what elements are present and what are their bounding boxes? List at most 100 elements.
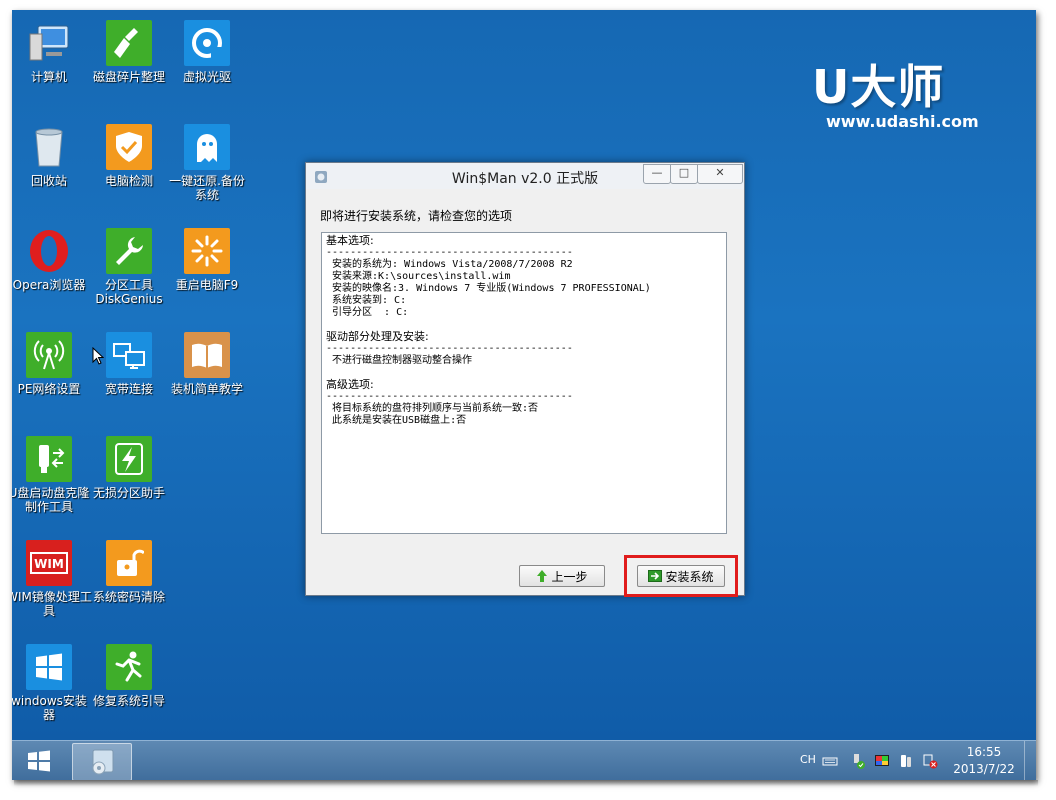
back-button-label: 上一步 [551, 569, 588, 584]
summary-line: 安装的系统为: Windows Vista/2008/7/2008 R2 [326, 259, 573, 270]
frame-shadow [14, 780, 1038, 786]
restart-icon [184, 228, 230, 274]
desktop-icon-label: WIM镜像处理工具 [12, 590, 92, 618]
monitors-icon [106, 332, 152, 378]
summary-line: 基本选项: [326, 234, 374, 247]
minimize-button[interactable]: — [643, 164, 671, 184]
desktop-icon-label: 回收站 [30, 174, 67, 188]
desktop-icon-opera[interactable]: Opera浏览器 [12, 228, 92, 292]
lightning-icon [106, 436, 152, 482]
clock-date[interactable]: 2013/7/22 [948, 762, 1020, 776]
desktop-icon-restart[interactable]: 重启电脑F9 [164, 228, 250, 292]
desktop-icon-defrag[interactable]: 磁盘碎片整理 [86, 20, 172, 84]
winman-task-icon [92, 749, 114, 775]
keyboard-icon[interactable] [822, 753, 838, 769]
desktop-icon-usb-tool[interactable]: U盘启动盘克隆制作工具 [12, 436, 92, 514]
desktop-icon-label: PE网络设置 [17, 382, 81, 396]
desktop-icon-partition-assistant[interactable]: 无损分区助手 [86, 436, 172, 500]
summary-line: 驱动部分处理及安装: [326, 330, 429, 343]
desktop-icon-recycle-bin[interactable]: 回收站 [12, 124, 92, 188]
desktop-icon-diskgenius[interactable]: 分区工具DiskGenius [86, 228, 172, 306]
instruction-text: 即将进行安装系统，请检查您的选项 [320, 209, 513, 223]
summary-line: ----------------------------------------… [326, 343, 573, 354]
network-disconnected-icon[interactable] [922, 753, 938, 769]
summary-line: 引导分区 : C: [326, 307, 409, 318]
desktop-icon-label: 一键还原.备份系统 [169, 174, 245, 202]
shield-check-icon [106, 124, 152, 170]
windows-icon [26, 644, 72, 690]
desktop-icon-label: 磁盘碎片整理 [92, 70, 165, 84]
summary-line: 安装来源:K:\sources\install.wim [326, 271, 511, 282]
desktop: 计算机 回收站 Opera浏览器 PE网络设置 U盘启动盘克隆制作工具 WIM … [12, 10, 1036, 780]
summary-line: 将目标系统的盘符排列顺序与当前系统一致:否 [326, 403, 539, 414]
summary-line: ----------------------------------------… [326, 391, 573, 402]
desktop-icon-windows-installer[interactable]: windows安装器 [12, 644, 92, 722]
show-desktop-button[interactable] [1024, 741, 1036, 780]
summary-line: 安装的映像名:3. Windows 7 专业版(Windows 7 PROFES… [326, 283, 651, 294]
desktop-icon-label: windows安装器 [12, 694, 87, 722]
usb-safe-remove-icon[interactable] [850, 753, 866, 769]
start-button[interactable] [26, 749, 52, 773]
disc-icon [184, 20, 230, 66]
clock-time[interactable]: 16:55 [954, 745, 1014, 759]
windows-start-icon [28, 750, 50, 772]
mouse-cursor-icon [92, 346, 105, 369]
runner-icon [106, 644, 152, 690]
desktop-icon-pc-check[interactable]: 电脑检测 [86, 124, 172, 188]
desktop-icon-label: 宽带连接 [104, 382, 153, 396]
ghost-icon [184, 124, 230, 170]
language-indicator[interactable]: CH [800, 753, 816, 766]
desktop-icon-label: 装机简单教学 [170, 382, 243, 396]
wim-icon: WIM [26, 540, 72, 586]
desktop-icon-password-clear[interactable]: 系统密码清除 [86, 540, 172, 604]
options-summary-box[interactable]: 基本选项: -----------------------------------… [321, 232, 727, 534]
back-button[interactable]: 上一步 [519, 565, 605, 587]
opera-icon [26, 228, 72, 274]
back-arrow-icon [537, 570, 548, 582]
desktop-icon-pe-network[interactable]: PE网络设置 [12, 332, 92, 396]
desktop-icon-repair-boot[interactable]: 修复系统引导 [86, 644, 172, 708]
udashi-logo: U大师 www.udashi.com [812, 62, 1002, 131]
desktop-icon-wim[interactable]: WIM WIM镜像处理工具 [12, 540, 92, 618]
summary-line: 系统安装到: C: [326, 295, 407, 306]
desktop-icon-install-tutorial[interactable]: 装机简单教学 [164, 332, 250, 396]
summary-line: ----------------------------------------… [326, 247, 573, 258]
wrench-icon [106, 228, 152, 274]
logo-mark: U大师 [812, 60, 945, 114]
summary-line: 此系统是安装在USB磁盘上:否 [326, 415, 467, 426]
taskbar: CH 16:55 2013/7/22 [12, 740, 1036, 780]
book-icon [184, 332, 230, 378]
install-button-highlight [624, 555, 738, 597]
winman-window: Win$Man v2.0 正式版 — □ ✕ 即将进行安装系统，请检查您的选项 … [305, 162, 745, 597]
network-icon [26, 332, 72, 378]
logo-url: www.udashi.com [826, 112, 979, 131]
recycle-bin-icon [26, 124, 72, 170]
usb-icon [26, 436, 72, 482]
device-icon[interactable] [898, 753, 914, 769]
summary-line [326, 367, 722, 379]
desktop-icon-virtual-drive[interactable]: 虚拟光驱 [164, 20, 250, 84]
desktop-icon-label: Opera浏览器 [12, 278, 86, 292]
computer-icon [26, 20, 72, 66]
desktop-icon-label: U盘启动盘克隆制作工具 [12, 486, 90, 514]
desktop-icon-label: 系统密码清除 [92, 590, 165, 604]
display-icon[interactable] [874, 753, 890, 769]
maximize-button[interactable]: □ [670, 164, 698, 184]
taskbar-item-winman[interactable] [72, 743, 132, 780]
desktop-icon-label: 虚拟光驱 [182, 70, 231, 84]
padlock-icon [106, 540, 152, 586]
close-button[interactable]: ✕ [697, 164, 743, 184]
desktop-icon-label: 无损分区助手 [92, 486, 165, 500]
desktop-icon-computer[interactable]: 计算机 [12, 20, 92, 84]
window-titlebar[interactable]: Win$Man v2.0 正式版 — □ ✕ [306, 163, 744, 189]
broom-icon [106, 20, 152, 66]
desktop-icon-label: 分区工具DiskGenius [95, 278, 163, 306]
svg-text:WIM: WIM [34, 557, 64, 571]
desktop-icon-label: 重启电脑F9 [175, 278, 239, 292]
desktop-icon-label: 计算机 [30, 70, 67, 84]
desktop-icon-ghost-backup[interactable]: 一键还原.备份系统 [164, 124, 250, 202]
summary-line: 高级选项: [326, 378, 374, 391]
summary-line: 不进行磁盘控制器驱动整合操作 [326, 355, 473, 366]
desktop-icon-label: 电脑检测 [104, 174, 153, 188]
desktop-icon-label: 修复系统引导 [92, 694, 165, 708]
